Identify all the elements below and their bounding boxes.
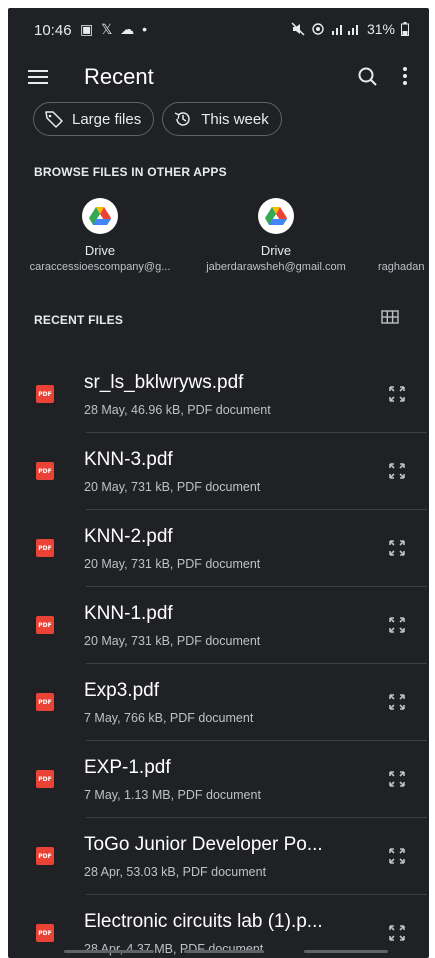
search-icon[interactable] bbox=[355, 64, 381, 90]
app-bar: Recent bbox=[8, 52, 429, 104]
nav-segment bbox=[64, 950, 154, 953]
file-meta: 7 May, 766 kB, PDF document bbox=[84, 711, 254, 725]
signal-icon bbox=[331, 25, 358, 35]
hamburger-menu-icon[interactable] bbox=[26, 66, 50, 90]
nav-segment bbox=[304, 950, 388, 953]
expand-icon[interactable] bbox=[387, 461, 407, 481]
pdf-file-icon: PDF bbox=[36, 385, 54, 403]
file-name: Exp3.pdf bbox=[84, 680, 159, 701]
pdf-file-icon: PDF bbox=[36, 693, 54, 711]
apps-row: Drive caraccessioescompany@g... Drive ja… bbox=[8, 198, 429, 278]
file-name: Electronic circuits lab (1).p... bbox=[84, 911, 323, 932]
file-meta: 28 Apr, 53.03 kB, PDF document bbox=[84, 865, 267, 879]
expand-icon[interactable] bbox=[387, 692, 407, 712]
app-account: jaberdarawsheh@gmail.com bbox=[206, 261, 346, 273]
expand-icon[interactable] bbox=[387, 384, 407, 404]
expand-icon[interactable] bbox=[387, 923, 407, 943]
expand-icon[interactable] bbox=[387, 615, 407, 635]
file-row[interactable]: PDF ToGo Junior Developer Po... 28 Apr, … bbox=[8, 818, 429, 895]
file-row[interactable]: PDF KNN-3.pdf 20 May, 731 kB, PDF docume… bbox=[8, 433, 429, 510]
file-meta: 20 May, 731 kB, PDF document bbox=[84, 557, 261, 571]
mute-icon bbox=[291, 22, 305, 36]
battery-percent: 31% bbox=[366, 21, 395, 37]
expand-icon[interactable] bbox=[387, 846, 407, 866]
chip-large-files[interactable]: Large files bbox=[33, 102, 155, 136]
expand-icon[interactable] bbox=[387, 769, 407, 789]
app-name: Drive bbox=[260, 243, 292, 258]
app-drive-1[interactable]: Drive caraccessioescompany@g... bbox=[14, 198, 186, 273]
tag-icon bbox=[45, 111, 63, 128]
drive-icon bbox=[82, 198, 118, 234]
file-row[interactable]: PDF sr_ls_bklwryws.pdf 28 May, 46.96 kB,… bbox=[8, 356, 429, 433]
app-account: raghadan bbox=[378, 261, 425, 273]
recent-files-header: RECENT FILES bbox=[34, 313, 124, 327]
pdf-file-icon: PDF bbox=[36, 924, 54, 942]
drive-icon bbox=[258, 198, 294, 234]
file-name: KNN-3.pdf bbox=[84, 449, 173, 470]
file-meta: 28 May, 46.96 kB, PDF document bbox=[84, 403, 271, 417]
file-name: sr_ls_bklwryws.pdf bbox=[84, 372, 244, 393]
app-partial[interactable]: raghadan bbox=[378, 198, 429, 273]
file-row[interactable]: PDF KNN-2.pdf 20 May, 731 kB, PDF docume… bbox=[8, 510, 429, 587]
system-icons: 31% bbox=[291, 21, 409, 37]
app-drive-2[interactable]: Drive jaberdarawsheh@gmail.com bbox=[194, 198, 358, 273]
history-icon bbox=[174, 112, 190, 126]
app-name: Drive bbox=[84, 243, 116, 258]
hotspot-icon bbox=[312, 23, 324, 35]
file-row[interactable]: PDF KNN-1.pdf 20 May, 731 kB, PDF docume… bbox=[8, 587, 429, 664]
pdf-file-icon: PDF bbox=[36, 462, 54, 480]
gesture-navigation-bar bbox=[8, 944, 429, 958]
notification-icons: ▣ 𝕏 ☁ • bbox=[80, 21, 150, 37]
battery-icon bbox=[401, 22, 409, 36]
status-bar: 10:46 ▣ 𝕏 ☁ • 31% bbox=[8, 8, 429, 52]
browse-apps-header: BROWSE FILES IN OTHER APPS bbox=[34, 165, 227, 179]
page-title: Recent bbox=[84, 64, 154, 89]
filter-chips: Large files This week bbox=[33, 102, 282, 136]
file-row[interactable]: PDF Exp3.pdf 7 May, 766 kB, PDF document bbox=[8, 664, 429, 741]
file-meta: 20 May, 731 kB, PDF document bbox=[84, 480, 261, 494]
recent-files-list: PDF sr_ls_bklwryws.pdf 28 May, 46.96 kB,… bbox=[8, 356, 429, 958]
file-meta: 7 May, 1.13 MB, PDF document bbox=[84, 788, 261, 802]
app-name bbox=[378, 243, 429, 258]
file-row[interactable]: PDF EXP-1.pdf 7 May, 1.13 MB, PDF docume… bbox=[8, 741, 429, 818]
pdf-file-icon: PDF bbox=[36, 847, 54, 865]
phone-screen: 10:46 ▣ 𝕏 ☁ • 31% Recent Large files Thi… bbox=[8, 8, 429, 958]
expand-icon[interactable] bbox=[387, 538, 407, 558]
file-name: KNN-2.pdf bbox=[84, 526, 173, 547]
nav-segment bbox=[184, 950, 264, 953]
app-account: caraccessioescompany@g... bbox=[29, 261, 171, 273]
status-time: 10:46 bbox=[34, 22, 72, 39]
chip-this-week[interactable]: This week bbox=[162, 102, 282, 136]
file-name: ToGo Junior Developer Po... bbox=[84, 834, 323, 855]
chip-label: This week bbox=[201, 110, 269, 128]
file-name: KNN-1.pdf bbox=[84, 603, 173, 624]
grid-view-icon[interactable] bbox=[381, 308, 399, 326]
pdf-file-icon: PDF bbox=[36, 539, 54, 557]
pdf-file-icon: PDF bbox=[36, 616, 54, 634]
file-meta: 20 May, 731 kB, PDF document bbox=[84, 634, 261, 648]
pdf-file-icon: PDF bbox=[36, 770, 54, 788]
more-options-icon[interactable] bbox=[395, 64, 415, 90]
file-name: EXP-1.pdf bbox=[84, 757, 171, 778]
chip-label: Large files bbox=[72, 110, 142, 128]
